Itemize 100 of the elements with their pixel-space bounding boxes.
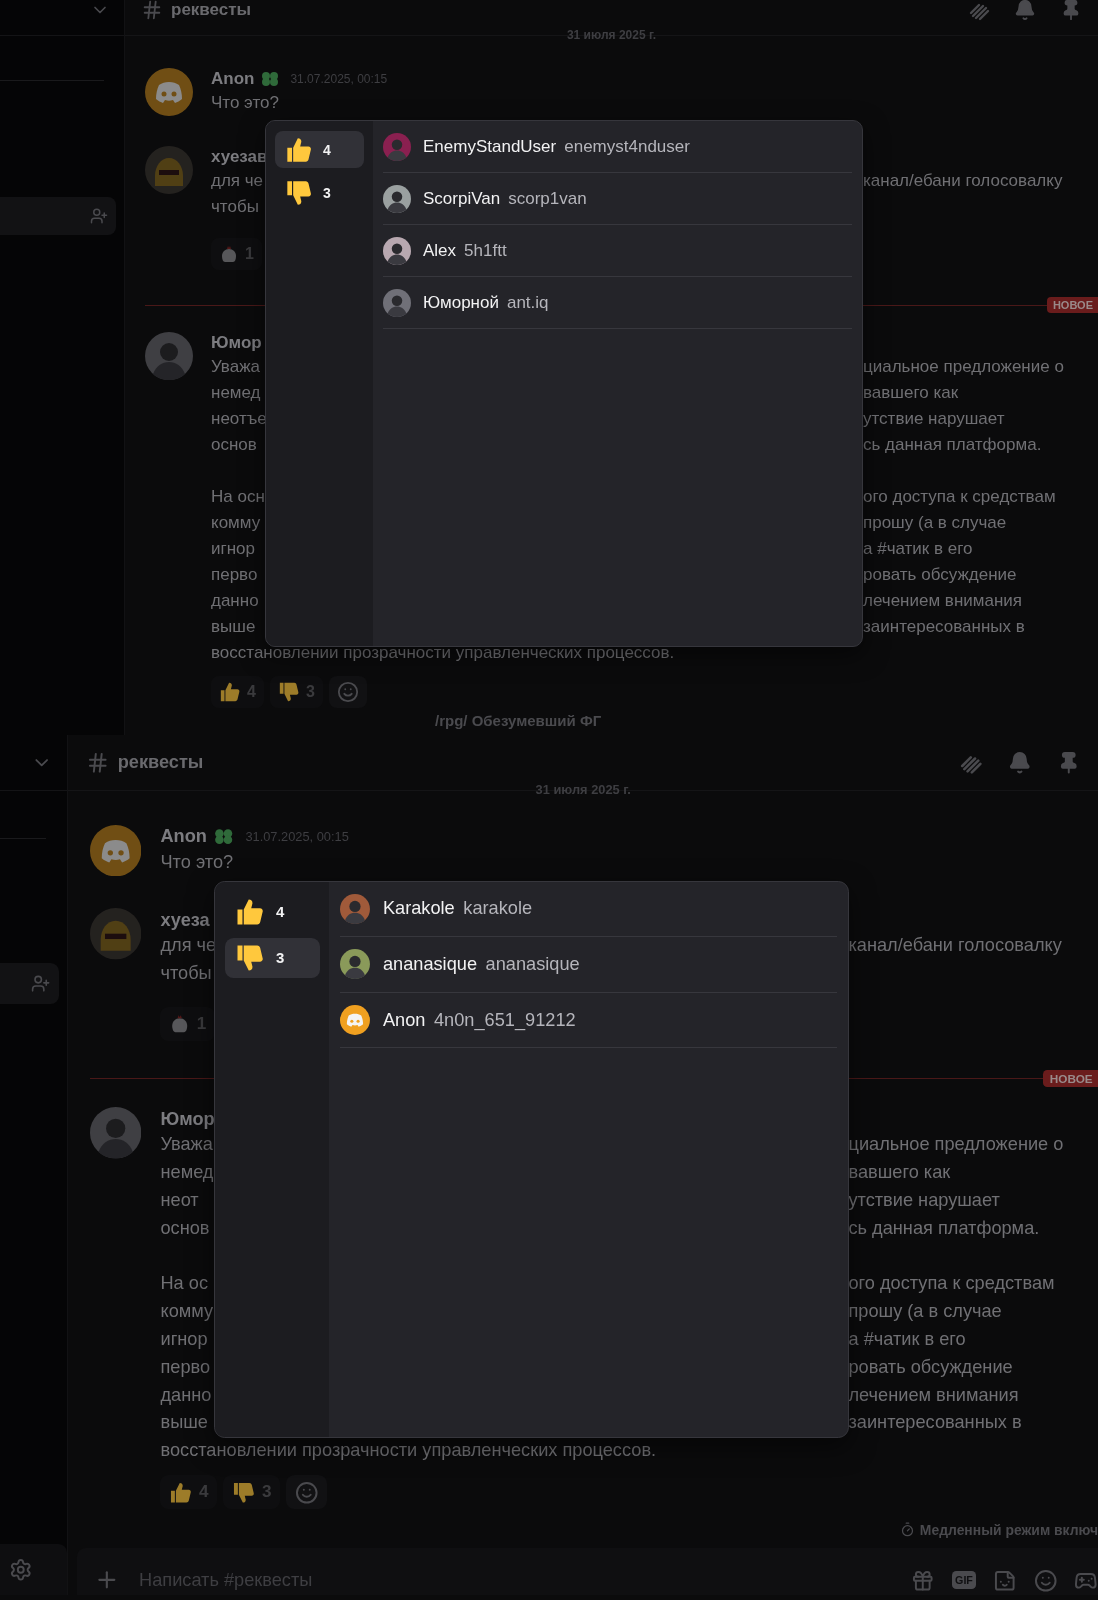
message-text: прошу (а в случае xyxy=(848,1301,1002,1323)
user-row[interactable]: Юморной ant.iq xyxy=(383,277,852,329)
author-name: Юмор xyxy=(160,1108,215,1130)
message-text: сь данная платформа. xyxy=(848,1217,1040,1239)
username: 5h1ftt xyxy=(464,240,507,261)
message-text: неот xyxy=(160,1189,199,1211)
add-member-icon[interactable] xyxy=(90,207,108,225)
username: scorp1van xyxy=(508,188,587,209)
message-text: ровать обсуждение xyxy=(863,565,1017,585)
timer-icon xyxy=(899,1522,915,1537)
display-name: ScorpiVan xyxy=(423,188,501,209)
thumbs-down-icon xyxy=(277,681,300,703)
avatar xyxy=(383,184,411,213)
avatar xyxy=(89,824,142,877)
message-text: основ xyxy=(211,435,257,455)
message-text: заинтересованных в xyxy=(848,1412,1022,1434)
add-reaction-button[interactable] xyxy=(286,1475,327,1510)
message-text: Уважа xyxy=(160,1134,213,1156)
display-name: Юморной xyxy=(423,292,499,313)
message-text: комму xyxy=(160,1301,214,1323)
add-reaction-button[interactable] xyxy=(328,676,367,708)
message-text: лечением внимания xyxy=(863,591,1023,611)
bell-icon[interactable] xyxy=(1014,0,1036,21)
message-text: а #чатик в его xyxy=(848,1328,966,1350)
avatar xyxy=(145,68,193,116)
message-text: ого доступа к средствам xyxy=(848,1273,1055,1295)
emoji-icon[interactable] xyxy=(1033,1568,1058,1593)
clover-icon xyxy=(213,827,235,847)
message-text: для че xyxy=(211,171,264,191)
message-text: восстановлении прозрачности управленческих процессов. xyxy=(211,643,675,663)
hash-icon xyxy=(141,0,163,21)
avatar xyxy=(145,146,193,194)
thumbs-up-icon xyxy=(235,897,266,927)
avatar xyxy=(145,332,193,380)
thumbs-down-icon xyxy=(231,1480,256,1505)
reaction-tab[interactable]: 4 xyxy=(224,892,320,932)
user-row[interactable]: Anon 4n0n_651_91212 xyxy=(340,992,837,1049)
message-text: утствие нарушает xyxy=(863,409,1005,429)
message-text: Что это? xyxy=(211,93,279,113)
sticker-icon[interactable] xyxy=(993,1568,1017,1593)
display-name: Alex xyxy=(423,240,457,261)
channel-name: реквесты xyxy=(117,751,204,773)
message-text: лечением внимания xyxy=(848,1384,1019,1406)
clover-icon xyxy=(260,70,281,88)
reaction-tab[interactable]: 3 xyxy=(224,938,320,978)
new-badge: НОВОЕ xyxy=(1043,1069,1098,1088)
message-text: комму xyxy=(211,513,261,533)
user-row[interactable]: EnemyStandUser enemyst4nduser xyxy=(383,121,852,173)
smile-icon xyxy=(336,681,359,703)
message-text: выше xyxy=(211,617,256,637)
author-name: Anon xyxy=(160,826,207,848)
message-text: циальное предложение о xyxy=(848,1134,1064,1156)
avatar xyxy=(383,288,411,317)
display-name: EnemyStandUser xyxy=(423,136,557,157)
add-member-icon[interactable] xyxy=(31,973,51,993)
username: enemyst4nduser xyxy=(564,136,690,157)
user-row[interactable]: Alex 5h1ftt xyxy=(383,225,852,277)
display-name: Karakole xyxy=(382,898,455,920)
thumbs-up-icon xyxy=(169,1480,193,1505)
display-name: Anon xyxy=(382,1009,426,1031)
message-text: канал/ебани голосовалку xyxy=(863,171,1063,191)
avatar xyxy=(340,893,371,924)
reaction-tab[interactable]: 4 xyxy=(275,131,364,168)
avatar xyxy=(89,1107,142,1159)
message-text: для че xyxy=(160,935,217,957)
message-text: На ос xyxy=(160,1273,208,1295)
message-text: вавшего как xyxy=(848,1162,951,1183)
new-badge: НОВОЕ xyxy=(1046,297,1098,313)
message-text: игнор xyxy=(160,1328,208,1350)
user-row[interactable]: ananasique ananasique xyxy=(340,937,837,993)
user-row[interactable]: ScorpiVan scorp1van xyxy=(383,173,852,225)
message-text: чтобы xyxy=(211,197,259,217)
gift-icon[interactable] xyxy=(911,1568,935,1593)
author-name: Anon xyxy=(211,69,255,89)
slow-mode-notice: Медленный режим включ xyxy=(899,1521,1098,1538)
message-text: данно xyxy=(211,591,259,611)
message-text: восстановлении прозрачности управленческих процессов. xyxy=(160,1440,657,1462)
username: 4n0n_651_91212 xyxy=(434,1009,576,1031)
message-text: прошу (а в случае xyxy=(863,513,1007,533)
message-text: перво xyxy=(211,565,258,585)
bell-icon[interactable] xyxy=(1008,750,1032,775)
avatar xyxy=(340,949,371,980)
message-text: сь данная платформа. xyxy=(863,435,1042,455)
message-text: ровать обсуждение xyxy=(848,1356,1013,1378)
message-text: На осн xyxy=(211,487,265,507)
message-text: данно xyxy=(160,1384,212,1406)
reaction-tab[interactable]: 3 xyxy=(275,174,364,211)
author-name: хуезав xyxy=(211,147,268,167)
avatar xyxy=(383,236,411,265)
thumbs-down-icon xyxy=(285,178,313,207)
message-text: Уважа xyxy=(211,357,260,377)
message-text: немед xyxy=(160,1162,214,1183)
settings-icon[interactable] xyxy=(8,1557,33,1582)
username: ant.iq xyxy=(506,292,549,313)
author-name: хуеза xyxy=(160,909,210,931)
user-row[interactable]: Karakole karakole xyxy=(340,881,837,938)
message-text: утствие нарушает xyxy=(848,1189,1000,1211)
thumbs-down-icon xyxy=(235,943,266,973)
message-text: ого доступа к средствам xyxy=(863,487,1056,507)
message-text: немед xyxy=(211,383,261,403)
